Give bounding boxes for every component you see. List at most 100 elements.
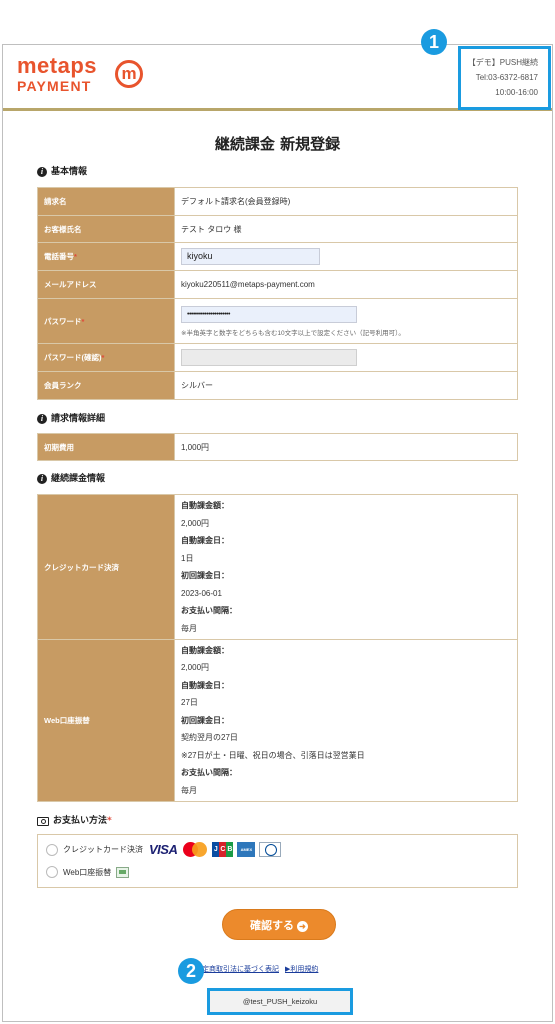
contact-phone: Tel:03-6372-6817 [475,73,538,82]
initial-fee-value: 1,000円 [174,433,518,461]
rank-value: シルバー [174,371,518,400]
credit-first-label: 初回課金日： [181,571,229,580]
required-mark: * [101,353,105,362]
footer-links: 特定商取引法に基づく表記 ▶利用規約 [195,964,318,974]
logo-wordmark: metaps [17,53,98,78]
credit-card-label: クレジットカード決済 [37,494,175,640]
logo-subtext: PAYMENT [17,78,92,94]
table-row: 請求名 デフォルト請求名(会員登録時) [37,187,518,216]
required-mark: * [81,316,85,326]
radio-bank[interactable] [46,866,58,878]
password-input[interactable]: •••••••••••••••••••••• [181,305,357,323]
password-confirm-label: パスワード(確認) [44,353,102,362]
section-recurring-info-title: 継続課金情報 [51,474,106,484]
table-row: お客様氏名 テスト タロウ 様 [37,215,518,243]
header: metaps PAYMENT m 【デモ】PUSH継続 Tel:03-6372-… [3,45,552,111]
contact-hours: 10:00-16:00 [495,88,538,97]
customer-name-value: テスト タロウ 様 [174,215,518,243]
page-title: 継続課金 新規登録 [214,135,341,153]
table-row: 会員ランク シルバー [37,371,518,400]
section-payment-method: お支払い方法 * [37,815,112,827]
table-row: クレジットカード決済 自動課金額： 2,000円 自動課金日： 1日 初回課金日… [37,494,518,640]
credit-amount-value: 2,000円 [181,518,210,528]
contact-info: 【デモ】PUSH継続 Tel:03-6372-6817 10:00-16:00 [468,55,538,100]
basic-info-table: 請求名 デフォルト請求名(会員登録時) お客様氏名 テスト タロウ 様 電話番号… [37,187,518,400]
credit-first-value: 2023-06-01 [181,588,222,598]
billing-name-label: 請求名 [37,187,175,216]
jcb-logo-icon: J C B [212,842,234,857]
diners-logo-icon [259,842,282,857]
section-billing-detail: i 請求情報詳細 [37,413,105,425]
table-row: パスワード* •••••••••••••••••••••• ※半角英字と数字をど… [37,298,518,344]
credit-card-details: 自動課金額： 2,000円 自動課金日： 1日 初回課金日： 2023-06-0… [174,494,518,640]
option-credit-label: クレジットカード決済 [63,845,143,854]
terms-link[interactable]: ▶利用規約 [285,964,318,974]
bank-first-label: 初回課金日： [181,715,229,725]
account-id-label: @test_PUSH_keizoku [207,988,353,1015]
password-confirm-input[interactable] [181,349,357,366]
amex-logo-icon: AMEX [237,842,256,857]
bank-amount-value: 2,000円 [181,663,210,673]
recurring-info-table: クレジットカード決済 自動課金額： 2,000円 自動課金日： 1日 初回課金日… [37,494,518,802]
phone-label-cell: 電話番号* [37,242,175,271]
tokushoho-link[interactable]: 特定商取引法に基づく表記 [195,964,279,974]
section-recurring-info: i 継続課金情報 [37,473,105,485]
credit-day-label: 自動課金日： [181,536,229,545]
callout-badge-1: 1 [421,29,447,55]
credit-interval-label: お支払い間隔： [181,606,237,615]
logo-m-icon: m [115,60,143,88]
info-icon: i [37,167,47,177]
email-label: メールアドレス [37,270,175,299]
password-note: ※半角英字と数字をどちらも含む10文字以上で設定ください（記号利用可）。 [181,329,405,337]
arrow-right-icon: ➜ [297,921,308,932]
bank-first-note: ※27日が土・日曜、祝日の場合、引落日は翌営業日 [181,750,365,760]
bank-interval-label: お支払い間隔： [181,768,237,778]
section-payment-method-title: お支払い方法 [53,816,108,826]
bank-interval-value: 毎月 [181,785,197,795]
password-label-cell: パスワード* [37,298,175,344]
callout-badge-2: 2 [178,958,204,984]
required-mark: * [74,252,77,261]
table-row: Web口座振替 自動課金額： 2,000円 自動課金日： 27日 初回課金日： … [37,639,518,802]
payment-option-credit[interactable]: クレジットカード決済 VISA J C B AMEX [46,841,282,857]
customer-name-label: お客様氏名 [37,215,175,243]
phone-input[interactable]: kiyoku [181,248,320,265]
bank-transfer-icon [116,866,130,878]
credit-interval-value: 毎月 [181,623,197,633]
bank-amount-label: 自動課金額： [181,645,229,655]
billing-name-value: デフォルト請求名(会員登録時) [174,187,518,216]
table-row: パスワード(確認)* [37,343,518,372]
web-bank-details: 自動課金額： 2,000円 自動課金日： 27日 初回課金日： 契約翌月の27日… [174,639,518,802]
rank-label: 会員ランク [37,371,175,400]
password-label: パスワード [44,316,82,326]
page-frame: metaps PAYMENT m 【デモ】PUSH継続 Tel:03-6372-… [2,44,553,1022]
info-icon: i [37,474,47,484]
section-billing-detail-title: 請求情報詳細 [51,414,106,424]
phone-cell: kiyoku [174,242,518,271]
radio-credit[interactable] [46,843,58,856]
section-basic-info-title: 基本情報 [51,167,88,177]
web-bank-label: Web口座振替 [37,639,175,802]
table-row: 電話番号* kiyoku [37,242,518,271]
password-confirm-label-cell: パスワード(確認)* [37,343,175,372]
table-row: 初期費用 1,000円 [37,433,518,461]
credit-day-value: 1日 [181,553,194,563]
metaps-payment-logo: metaps PAYMENT m [17,53,143,94]
visa-logo-icon: VISA [149,841,178,857]
info-icon: i [37,414,47,424]
section-basic-info: i 基本情報 [37,166,87,178]
payment-method-box: クレジットカード決済 VISA J C B AMEX Web口座振替 [37,834,518,888]
contact-shop-name: 【デモ】PUSH継続 [467,58,538,67]
payment-option-bank[interactable]: Web口座振替 [46,866,130,878]
confirm-button[interactable]: 確認する ➜ [222,909,336,940]
password-confirm-cell [174,343,518,372]
email-value: kiyoku220511@metaps-payment.com [174,270,518,299]
table-row: メールアドレス kiyoku220511@metaps-payment.com [37,270,518,299]
bank-day-value: 27日 [181,698,198,708]
mastercard-logo-icon [183,842,208,857]
wallet-icon [37,816,49,826]
bank-day-label: 自動課金日： [181,680,229,690]
billing-detail-table: 初期費用 1,000円 [37,433,518,461]
required-mark: * [107,816,112,826]
password-cell: •••••••••••••••••••••• ※半角英字と数字をどちらも含む10… [174,298,518,344]
